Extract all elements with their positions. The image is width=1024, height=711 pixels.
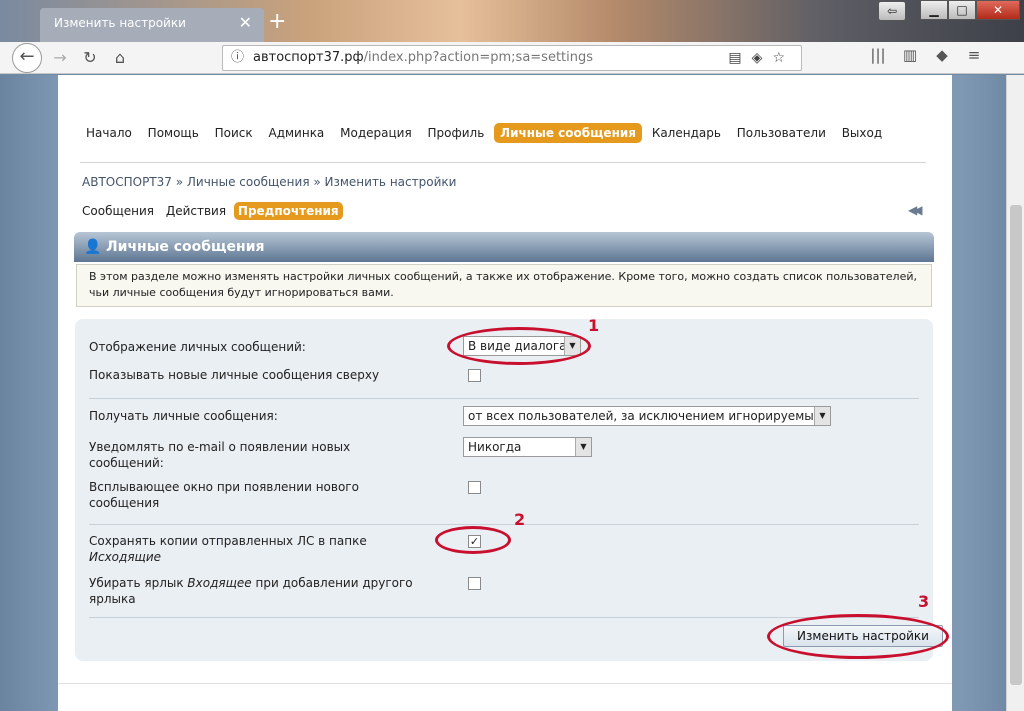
menu-item-help[interactable]: Помощь xyxy=(142,123,205,143)
save-copies-label-text: Сохранять копии отправленных ЛС в папке xyxy=(89,534,367,548)
pm-sub-menu: Сообщения Действия Предпочтения xyxy=(78,202,343,220)
forum-page: Начало Помощь Поиск Админка Модерация Пр… xyxy=(58,75,952,711)
menu-icon[interactable]: ≡ xyxy=(958,46,990,64)
save-settings-button[interactable]: Изменить настройки xyxy=(783,625,943,647)
user-icon: 👤 xyxy=(84,239,102,255)
page-scrollbar[interactable] xyxy=(1006,75,1024,711)
outbox-folder-name: Исходящие xyxy=(89,550,162,564)
library-icon[interactable]: ||| xyxy=(862,46,894,64)
display-mode-select[interactable]: В виде диалога ▼ xyxy=(463,336,581,356)
save-copies-label: Сохранять копии отправленных ЛС в папке … xyxy=(89,533,367,565)
divider xyxy=(89,524,919,525)
category-header: 👤 Личные сообщения xyxy=(74,232,934,262)
page-bottom-divider xyxy=(58,683,952,684)
address-bar[interactable]: ⓘ автоспорт37.рф/index.php?action=pm;sa=… xyxy=(222,45,802,71)
menu-item-members[interactable]: Пользователи xyxy=(731,123,832,143)
tab-title: Изменить настройки xyxy=(54,16,186,30)
browser-tab[interactable]: Изменить настройки ✕ xyxy=(40,8,264,42)
menu-item-search[interactable]: Поиск xyxy=(209,123,259,143)
notify-value: Никогда xyxy=(468,440,522,454)
popup-checkbox[interactable] xyxy=(468,481,481,494)
back-icon[interactable]: ← xyxy=(12,43,42,73)
reload-icon[interactable]: ↻ xyxy=(78,46,102,70)
display-mode-value: В виде диалога xyxy=(468,339,567,353)
menu-item-logout[interactable]: Выход xyxy=(836,123,888,143)
home-icon[interactable]: ⌂ xyxy=(108,46,132,70)
new-tab-icon[interactable]: + xyxy=(268,10,286,34)
annotation-number-1: 1 xyxy=(588,316,600,335)
receive-value: от всех пользователей, за исключением иг… xyxy=(468,409,821,423)
tab-close-icon[interactable]: ✕ xyxy=(239,8,252,38)
annotation-number-2: 2 xyxy=(514,510,526,529)
chevron-down-icon[interactable]: ▼ xyxy=(814,407,830,425)
divider xyxy=(89,398,919,399)
window-close-button[interactable]: ✕ xyxy=(976,0,1020,20)
divider xyxy=(89,617,919,618)
save-copies-checkbox[interactable]: ✓ xyxy=(468,535,481,548)
pocket-icon[interactable]: ◈ xyxy=(752,50,773,66)
chevron-down-icon[interactable]: ▼ xyxy=(575,438,591,456)
menu-item-profile[interactable]: Профиль xyxy=(421,123,490,143)
url-host: автоспорт37.рф xyxy=(253,50,364,65)
receive-label: Получать личные сообщения: xyxy=(89,409,278,423)
menu-item-moderation[interactable]: Модерация xyxy=(334,123,418,143)
reader-view-icon[interactable]: ▤ xyxy=(728,50,751,66)
menu-divider xyxy=(80,162,926,163)
sidebar-icon[interactable]: ▥ xyxy=(894,46,926,64)
remove-inbox-checkbox[interactable] xyxy=(468,577,481,590)
section-description: В этом разделе можно изменять настройки … xyxy=(76,264,932,307)
url-path: /index.php?action=pm;sa=settings xyxy=(363,50,594,65)
scrollbar-thumb[interactable] xyxy=(1010,205,1022,685)
main-menu: Начало Помощь Поиск Админка Модерация Пр… xyxy=(80,123,888,143)
window-minimize-button[interactable]: ▁ xyxy=(920,0,948,20)
menu-item-admin[interactable]: Админка xyxy=(262,123,330,143)
notify-label: Уведомлять по e-mail о появлении новых с… xyxy=(89,440,351,470)
show-new-top-label: Показывать новые личные сообщения сверху xyxy=(89,368,380,382)
receive-select[interactable]: от всех пользователей, за исключением иг… xyxy=(463,406,831,426)
menu-item-calendar[interactable]: Календарь xyxy=(646,123,727,143)
tab-messages[interactable]: Сообщения xyxy=(78,202,158,220)
menu-item-home[interactable]: Начало xyxy=(80,123,138,143)
extension-icon[interactable]: ◆ xyxy=(926,46,958,64)
remove-inbox-text-1: Убирать ярлык xyxy=(89,576,188,590)
settings-form: Отображение личных сообщений: В виде диа… xyxy=(75,319,943,661)
bookmark-star-icon[interactable]: ☆ xyxy=(772,50,795,66)
browser-toolbar: ← → ↻ ⌂ ⓘ автоспорт37.рф/index.php?actio… xyxy=(0,42,1024,74)
site-info-icon[interactable]: ⓘ xyxy=(231,46,244,70)
notify-select[interactable]: Никогда ▼ xyxy=(463,437,592,457)
chevron-down-icon[interactable]: ▼ xyxy=(564,337,580,355)
annotation-number-3: 3 xyxy=(918,592,930,611)
show-new-top-checkbox[interactable] xyxy=(468,369,481,382)
popup-label: Всплывающее окно при появлении нового со… xyxy=(89,480,359,510)
forward-icon[interactable]: → xyxy=(48,46,72,70)
window-maximize-button[interactable]: □ xyxy=(948,0,976,20)
tab-actions[interactable]: Действия xyxy=(162,202,230,220)
inbox-label-name: Входящее xyxy=(187,576,252,590)
category-title: Личные сообщения xyxy=(106,239,265,255)
window-titlebar: Изменить настройки ✕ + ⇦ ▁ □ ✕ xyxy=(0,0,1024,42)
window-restore-back-icon[interactable]: ⇦ xyxy=(878,1,906,21)
breadcrumb[interactable]: АВТОСПОРТ37 » Личные сообщения » Изменит… xyxy=(82,175,456,189)
tab-preferences[interactable]: Предпочтения xyxy=(233,202,343,220)
menu-item-pm[interactable]: Личные сообщения xyxy=(494,123,642,143)
remove-inbox-label: Убирать ярлык Входящее при добавлении др… xyxy=(89,575,429,607)
collapse-icon[interactable]: ◀◀ xyxy=(908,203,923,217)
display-mode-label: Отображение личных сообщений: xyxy=(89,340,306,354)
